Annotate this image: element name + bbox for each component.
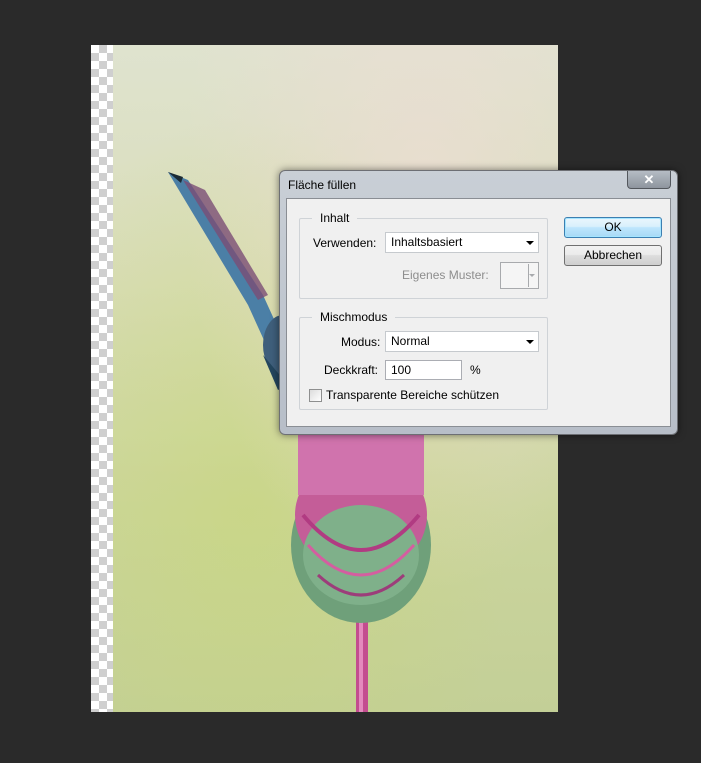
mode-dropdown-value: Normal (391, 334, 430, 348)
use-label: Verwenden: (313, 236, 377, 250)
transparency-checkerboard (91, 45, 115, 712)
chevron-down-icon (529, 274, 535, 277)
pattern-swatch (502, 264, 529, 287)
blend-group-legend: Mischmodus (312, 310, 396, 324)
use-dropdown[interactable]: Inhaltsbasiert (385, 232, 539, 253)
opacity-input[interactable]: 100 (385, 360, 462, 380)
dialog-title: Fläche füllen (288, 178, 357, 192)
content-group-legend: Inhalt (312, 211, 358, 225)
close-button[interactable]: ✕ (627, 171, 671, 189)
chevron-down-icon (526, 340, 534, 344)
blend-group: Mischmodus Modus: Normal Deckkraft: 100 … (299, 310, 548, 410)
preserve-transparency-label[interactable]: Transparente Bereiche schützen (326, 388, 499, 402)
use-dropdown-value: Inhaltsbasiert (391, 235, 463, 249)
cancel-button[interactable]: Abbrechen (564, 245, 662, 266)
opacity-input-value: 100 (391, 363, 412, 377)
custom-pattern-picker[interactable] (500, 262, 539, 289)
chevron-down-icon (526, 241, 534, 245)
mode-label: Modus: (341, 335, 381, 349)
dialog-client-area: Inhalt Verwenden: Inhaltsbasiert Eigenes… (286, 198, 671, 427)
preserve-transparency-checkbox[interactable] (309, 389, 322, 402)
opacity-label: Deckkraft: (324, 363, 379, 377)
content-group: Inhalt Verwenden: Inhaltsbasiert Eigenes… (299, 211, 548, 299)
fill-dialog: Fläche füllen ✕ Inhalt Verwenden: Inhalt… (279, 170, 678, 435)
custom-pattern-label: Eigenes Muster: (402, 268, 489, 282)
close-icon: ✕ (643, 172, 655, 187)
ok-button[interactable]: OK (564, 217, 662, 238)
dialog-titlebar[interactable]: Fläche füllen ✕ (280, 171, 677, 198)
mode-dropdown[interactable]: Normal (385, 331, 539, 352)
opacity-unit: % (470, 363, 481, 377)
